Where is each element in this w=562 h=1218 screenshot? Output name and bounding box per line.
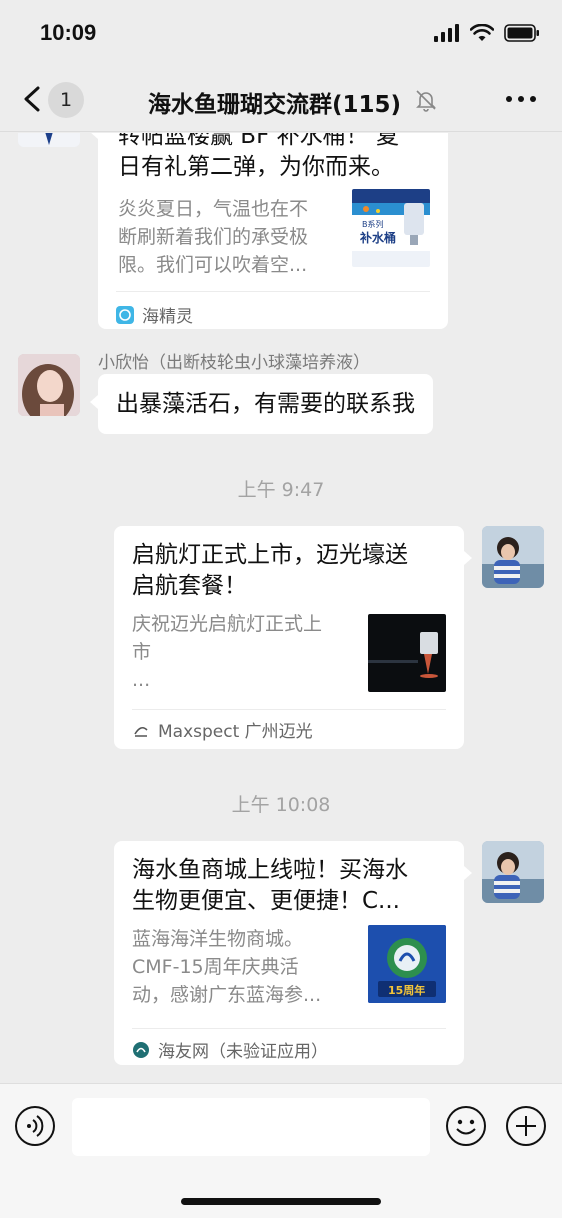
- card-source-name: 海友网（未验证应用）: [158, 1042, 328, 1062]
- wifi-icon: [470, 24, 494, 41]
- card-title: 生物更便宜、更便捷！C...: [132, 888, 400, 914]
- card-divider: [116, 291, 430, 292]
- chat-header: 1 海水鱼珊瑚交流群(115): [0, 66, 562, 132]
- cellular-signal-icon: [434, 24, 459, 42]
- bubble-tail: [90, 133, 98, 139]
- shared-link-card[interactable]: 启航灯正式上市，迈光壕送 启航套餐！ 庆祝迈光启航灯正式上 市 ... Maxs…: [114, 526, 464, 749]
- card-title: 转帖蓝楼赢 BF 补水桶！ 夏: [118, 133, 399, 149]
- battery-icon: [504, 24, 539, 42]
- card-source: 海友网（未验证应用）: [132, 1037, 328, 1062]
- voice-icon[interactable]: [14, 1105, 56, 1147]
- status-time: 10:09: [40, 20, 97, 45]
- home-indicator[interactable]: [181, 1198, 381, 1205]
- status-icons: [434, 24, 540, 42]
- card-thumbnail: B系列 补水桶: [352, 189, 430, 267]
- card-description: 蓝海海洋生物商城。: [132, 928, 304, 950]
- chevron-left-icon[interactable]: [18, 84, 48, 114]
- message-list[interactable]: 转帖蓝楼赢 BF 补水桶！ 夏 日有礼第二弹，为你而来。 炎炎夏日，气温也在不 …: [0, 133, 562, 1083]
- status-bar: 10:09: [0, 0, 562, 66]
- unread-count-badge[interactable]: 1: [48, 82, 84, 118]
- bubble-tail: [464, 551, 472, 565]
- card-description: ...: [132, 669, 151, 691]
- card-title: 海水鱼商城上线啦！买海水: [132, 857, 408, 883]
- card-description: 庆祝迈光启航灯正式上: [132, 613, 323, 635]
- card-title: 日有礼第二弹，为你而来。: [118, 154, 394, 180]
- card-divider: [132, 1028, 446, 1029]
- card-title: 启航灯正式上市，迈光壕送: [132, 542, 408, 568]
- card-source: 海精灵: [116, 302, 193, 327]
- emoji-icon[interactable]: [445, 1105, 487, 1147]
- thumbnail-label: 15周年: [388, 984, 426, 997]
- message-timestamp: 上午 9:47: [237, 479, 325, 501]
- avatar[interactable]: [18, 354, 80, 416]
- card-description: 动，感谢广东蓝海参...: [132, 984, 322, 1006]
- shared-link-card[interactable]: 转帖蓝楼赢 BF 补水桶！ 夏 日有礼第二弹，为你而来。 炎炎夏日，气温也在不 …: [98, 133, 448, 329]
- message-input[interactable]: [72, 1098, 430, 1156]
- avatar[interactable]: [482, 841, 544, 903]
- plus-circle-icon[interactable]: [505, 1105, 547, 1147]
- card-source-name: Maxspect 广州迈光: [158, 722, 313, 742]
- card-title: 启航套餐！: [132, 573, 247, 599]
- app-icon: [133, 1041, 149, 1058]
- text-message-bubble[interactable]: 出暴藻活石，有需要的联系我: [98, 374, 433, 434]
- card-divider: [132, 709, 446, 710]
- card-description: 市: [132, 641, 152, 663]
- app-icon: [134, 726, 148, 737]
- message-timestamp: 上午 10:08: [231, 794, 331, 816]
- shared-link-card[interactable]: 海水鱼商城上线啦！买海水 生物更便宜、更便捷！C... 蓝海海洋生物商城。 CM…: [114, 841, 464, 1065]
- avatar[interactable]: [18, 133, 80, 147]
- card-description: 断刷新着我们的承受极: [118, 226, 309, 248]
- bell-off-icon: [416, 90, 436, 112]
- card-description: 炎炎夏日，气温也在不: [118, 198, 309, 220]
- sender-name: 小欣怡（出断枝轮虫小球藻培养液）: [98, 353, 370, 373]
- avatar[interactable]: [482, 526, 544, 588]
- card-description: 限。我们可以吹着空...: [118, 254, 308, 276]
- card-thumbnail: 15周年: [368, 925, 446, 1003]
- thumbnail-label: 补水桶: [360, 231, 397, 245]
- card-source: Maxspect 广州迈光: [132, 717, 313, 742]
- app-icon: [116, 305, 134, 324]
- card-description: CMF-15周年庆典活: [132, 956, 299, 978]
- chat-title: 海水鱼珊瑚交流群(115): [148, 92, 402, 118]
- card-thumbnail: [368, 614, 446, 692]
- card-source-name: 海精灵: [142, 307, 193, 327]
- bubble-tail: [90, 395, 98, 409]
- more-dots-icon[interactable]: [506, 96, 536, 102]
- bubble-tail: [464, 866, 472, 880]
